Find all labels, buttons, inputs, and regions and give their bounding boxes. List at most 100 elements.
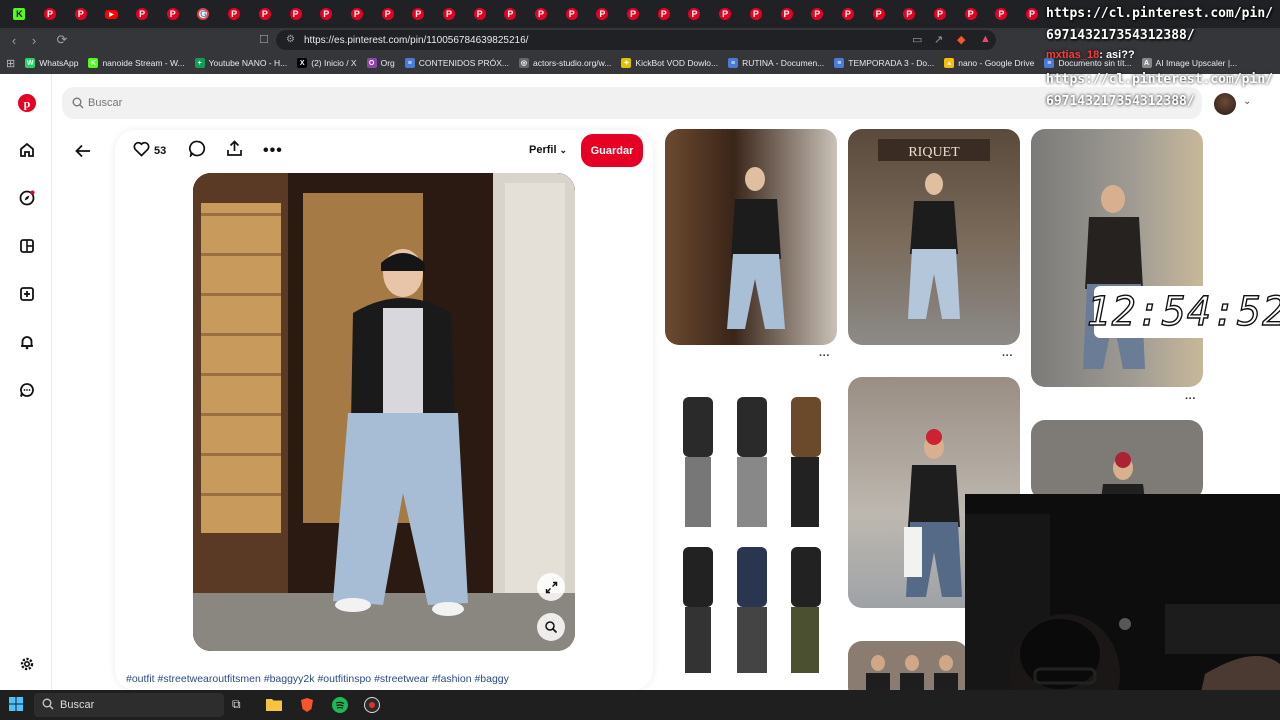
browser-tab[interactable]: P [833, 0, 864, 28]
search-input[interactable] [88, 97, 688, 109]
browser-tab[interactable]: P [1017, 0, 1048, 28]
browser-tab[interactable]: P [250, 0, 281, 28]
browser-tab[interactable]: P [925, 0, 956, 28]
browser-tab[interactable]: P [648, 0, 679, 28]
browser-tab[interactable]: P [618, 0, 649, 28]
visual-search-icon[interactable] [537, 613, 565, 641]
forward-icon[interactable]: › [24, 33, 44, 48]
browser-tab[interactable]: P [372, 0, 403, 28]
boards-icon[interactable] [17, 236, 37, 256]
browser-tab[interactable]: P [955, 0, 986, 28]
browser-tab[interactable]: P [434, 0, 465, 28]
browser-tab[interactable]: P [802, 0, 833, 28]
browser-tab[interactable]: P [403, 0, 434, 28]
brave-browser-icon[interactable] [299, 697, 315, 713]
notifications-icon[interactable] [17, 332, 37, 352]
spotify-icon[interactable] [332, 697, 348, 713]
browser-tab[interactable]: P [342, 0, 373, 28]
bookmark-favicon-icon: ≡ [728, 58, 739, 68]
like-button[interactable]: 53 [133, 141, 166, 161]
browser-tab[interactable]: P [311, 0, 342, 28]
related-pin[interactable] [1031, 129, 1203, 387]
bookmark-item[interactable]: ≡ RUTINA - Documen... [728, 58, 824, 68]
browser-tab[interactable]: G [188, 0, 219, 28]
site-info-icon[interactable]: ⚙ [286, 34, 295, 45]
file-explorer-icon[interactable] [266, 697, 282, 713]
related-pin[interactable]: RIQUET [848, 129, 1020, 345]
browser-tab[interactable]: P [495, 0, 526, 28]
board-selector[interactable]: Perfil ⌄ [529, 144, 567, 156]
explore-icon[interactable] [17, 188, 37, 208]
comment-button[interactable] [189, 140, 206, 161]
reload-icon[interactable]: ⟳ [52, 32, 72, 48]
pinterest-favicon-icon: P [719, 8, 732, 20]
obs-icon[interactable] [364, 697, 380, 713]
more-options-button[interactable]: ••• [263, 141, 283, 161]
browser-tab[interactable]: P [679, 0, 710, 28]
browser-tab[interactable]: P [127, 0, 158, 28]
bookmark-item[interactable]: ≡ CONTENIDOS PRÓX... [404, 58, 509, 68]
pinterest-logo-icon[interactable]: p [17, 93, 37, 113]
pinterest-favicon-icon: P [780, 8, 793, 20]
pin-more-icon[interactable]: ··· [1185, 393, 1196, 405]
save-button[interactable]: Guardar [581, 134, 643, 167]
browser-tab[interactable]: P [464, 0, 495, 28]
bookmark-item[interactable]: A AI Image Upscaler |... [1141, 58, 1237, 68]
windows-start-icon[interactable] [9, 697, 25, 713]
bookmark-item[interactable]: ≡ TEMPORADA 3 - Do... [834, 58, 934, 68]
browser-tab[interactable]: P [35, 0, 66, 28]
search-bar[interactable] [62, 87, 1202, 119]
share-button[interactable] [226, 140, 243, 161]
browser-tab[interactable]: P [526, 0, 557, 28]
browser-tab[interactable]: P [587, 0, 618, 28]
pin-hashtags[interactable]: #outfit #streetwearoutfitsmen #baggyy2k … [126, 673, 509, 685]
bookmark-item[interactable]: ◎ actors-studio.org/w... [518, 58, 612, 68]
browser-tab[interactable]: P [986, 0, 1017, 28]
bookmark-item[interactable]: ▲ nano - Google Drive [944, 58, 1034, 68]
brave-shield-icon[interactable]: ◆ [957, 33, 965, 46]
browser-tab[interactable]: P [556, 0, 587, 28]
svg-text:RIQUET: RIQUET [908, 145, 960, 160]
related-pin[interactable] [665, 129, 837, 345]
bookmark-label: actors-studio.org/w... [532, 58, 612, 68]
taskbar: Buscar ⧉ [0, 690, 1280, 720]
related-pin[interactable] [665, 377, 837, 683]
bookmark-item[interactable]: + Youtube NANO - H... [194, 58, 287, 68]
browser-tab[interactable]: P [741, 0, 772, 28]
share-icon[interactable]: ↗ [934, 33, 943, 46]
chat-username: mxtias_18 [1046, 49, 1100, 61]
settings-icon[interactable] [17, 654, 37, 674]
bookmark-item[interactable]: ✦ KickBot VOD Dowlo... [621, 58, 718, 68]
home-icon[interactable] [17, 140, 37, 160]
expand-icon[interactable] [537, 573, 565, 601]
back-icon[interactable]: ‹ [4, 33, 24, 48]
bookmark-item[interactable]: X (2) Inicio / X [297, 58, 357, 68]
browser-tab[interactable]: P [65, 0, 96, 28]
taskbar-search[interactable]: Buscar [34, 693, 224, 717]
browser-tab[interactable]: P [219, 0, 250, 28]
back-arrow-icon[interactable] [73, 141, 93, 161]
messages-icon[interactable] [17, 380, 37, 400]
create-icon[interactable] [17, 284, 37, 304]
task-view-icon[interactable]: ⧉ [232, 697, 248, 713]
bookmark-item[interactable]: O Org [366, 58, 395, 68]
bookmark-icon[interactable]: ☐ [259, 33, 269, 46]
apps-icon[interactable]: ⊞ [6, 57, 15, 70]
address-bar[interactable]: ⚙ https://es.pinterest.com/pin/110056784… [276, 30, 996, 50]
pin-main-image[interactable] [193, 173, 575, 651]
browser-tab[interactable]: P [894, 0, 925, 28]
browser-tab[interactable]: ▶ [96, 0, 127, 28]
browser-tab[interactable]: K [4, 0, 35, 28]
brave-rewards-icon[interactable]: ▲ [980, 33, 991, 45]
pin-more-icon[interactable]: ··· [819, 350, 830, 362]
related-pin[interactable] [1031, 420, 1203, 500]
bookmark-item[interactable]: Knanoide Stream - W... [88, 58, 185, 68]
bookmark-item[interactable]: W WhatsApp [25, 58, 78, 68]
browser-tab[interactable]: P [280, 0, 311, 28]
browser-tab[interactable]: P [771, 0, 802, 28]
browser-tab[interactable]: P [710, 0, 741, 28]
pin-more-icon[interactable]: ··· [1002, 350, 1013, 362]
screencast-icon[interactable]: ▭ [912, 33, 922, 46]
browser-tab[interactable]: P [863, 0, 894, 28]
browser-tab[interactable]: P [157, 0, 188, 28]
